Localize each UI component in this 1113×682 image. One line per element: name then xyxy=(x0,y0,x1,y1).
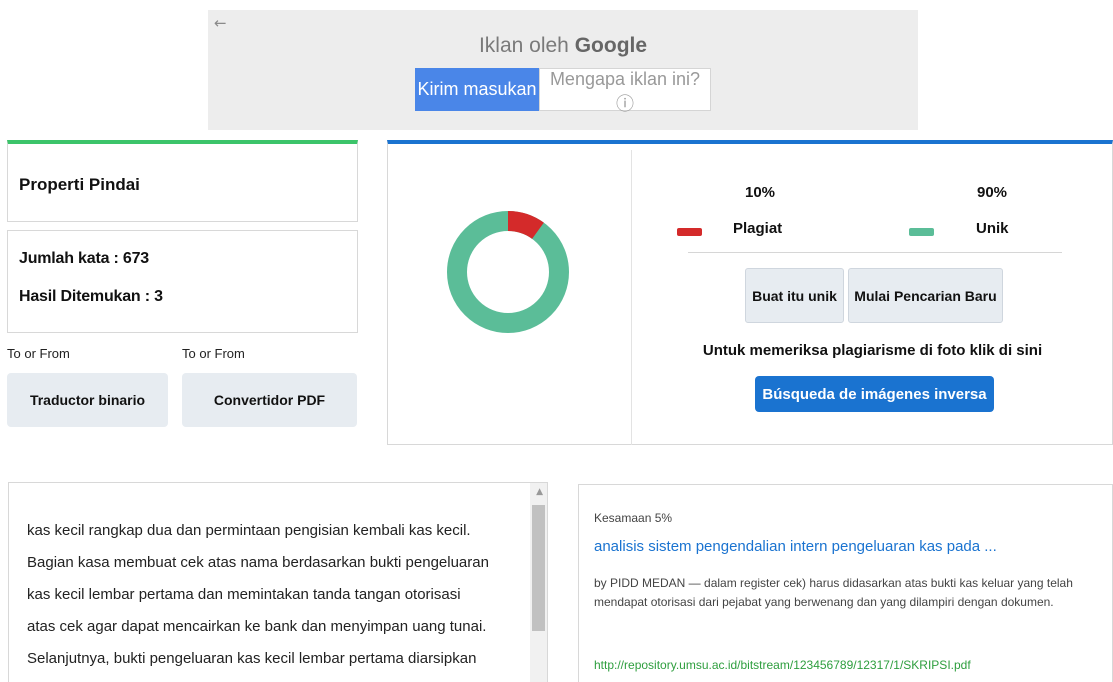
unique-percent: 90% xyxy=(977,184,1008,201)
new-search-button[interactable]: Mulai Pencarian Baru xyxy=(848,268,1003,323)
scan-properties-header: Properti Pindai xyxy=(7,140,358,222)
why-this-ad-button[interactable]: Mengapa iklan ini? ⓘ xyxy=(539,68,711,114)
donut-plagiarism-slice xyxy=(507,211,544,240)
divider xyxy=(631,150,632,445)
scanned-text-box[interactable]: kas kecil rangkap dua dan permintaan pen… xyxy=(8,482,548,682)
make-unique-button[interactable]: Buat itu unik xyxy=(745,268,844,323)
match-title-link[interactable]: analisis sistem pengendalian intern peng… xyxy=(594,538,997,555)
ad-title-brand: Google xyxy=(574,34,648,57)
arrow-left-icon[interactable]: ← xyxy=(214,14,227,32)
plagiarism-legend-swatch xyxy=(677,228,702,236)
text-line: kas kecil lembar pertama dan memintakan … xyxy=(27,586,461,603)
scan-properties-title: Properti Pindai xyxy=(19,175,140,194)
reverse-image-search-button[interactable]: Búsqueda de imágenes inversa xyxy=(755,376,994,412)
scan-stats-box: Jumlah kata : 673 Hasil Ditemukan : 3 xyxy=(7,230,358,333)
text-line: kas kecil rangkap dua dan permintaan pen… xyxy=(27,522,471,539)
word-count: Jumlah kata : 673 xyxy=(19,250,149,267)
ad-title: Iklan oleh Google xyxy=(208,34,918,58)
plagiarism-label: Plagiat xyxy=(733,220,783,237)
unique-label: Unik xyxy=(976,220,1009,237)
send-feedback-button[interactable]: Kirim masukan xyxy=(415,68,539,111)
tool-caption: To or From xyxy=(7,346,70,361)
scrollbar[interactable]: ▲ xyxy=(530,483,547,682)
similarity-score: Kesamaan 5% xyxy=(594,511,673,525)
photo-plagiarism-text[interactable]: Untuk memeriksa plagiarisme di foto klik… xyxy=(631,342,1113,359)
text-line: Selanjutnya, bukti pengeluaran kas kecil… xyxy=(27,650,477,667)
text-line: Bagian kasa membuat cek atas nama berdas… xyxy=(27,554,489,571)
tool-caption: To or From xyxy=(182,346,245,361)
google-ad-banner: ← Iklan oleh Google Kirim masukan Mengap… xyxy=(208,10,918,130)
plagiarism-donut-chart xyxy=(447,211,569,333)
ad-title-prefix: Iklan oleh xyxy=(478,34,569,57)
results-found: Hasil Ditemukan : 3 xyxy=(19,288,163,305)
text-line: atas cek agar dapat mencairkan ke bank d… xyxy=(27,618,487,635)
pdf-converter-button[interactable]: Convertidor PDF xyxy=(182,373,357,427)
match-result-card: Kesamaan 5% analisis sistem pengendalian… xyxy=(578,484,1113,682)
plagiarism-percent: 10% xyxy=(745,184,776,201)
separator xyxy=(688,252,1062,253)
donut-unique-slice xyxy=(447,211,569,333)
scroll-up-arrow-icon[interactable]: ▲ xyxy=(536,487,543,497)
match-description: by PIDD MEDAN — dalam register cek) haru… xyxy=(594,576,1073,609)
scanned-text: kas kecil rangkap dua dan permintaan pen… xyxy=(27,515,527,675)
result-panel: 10% 90% Plagiat Unik Buat itu unik Mulai… xyxy=(387,140,1113,445)
scroll-thumb[interactable] xyxy=(532,505,545,631)
match-url-link[interactable]: http://repository.umsu.ac.id/bitstream/1… xyxy=(594,658,971,672)
binary-translator-button[interactable]: Traductor binario xyxy=(7,373,168,427)
unique-legend-swatch xyxy=(909,228,934,236)
